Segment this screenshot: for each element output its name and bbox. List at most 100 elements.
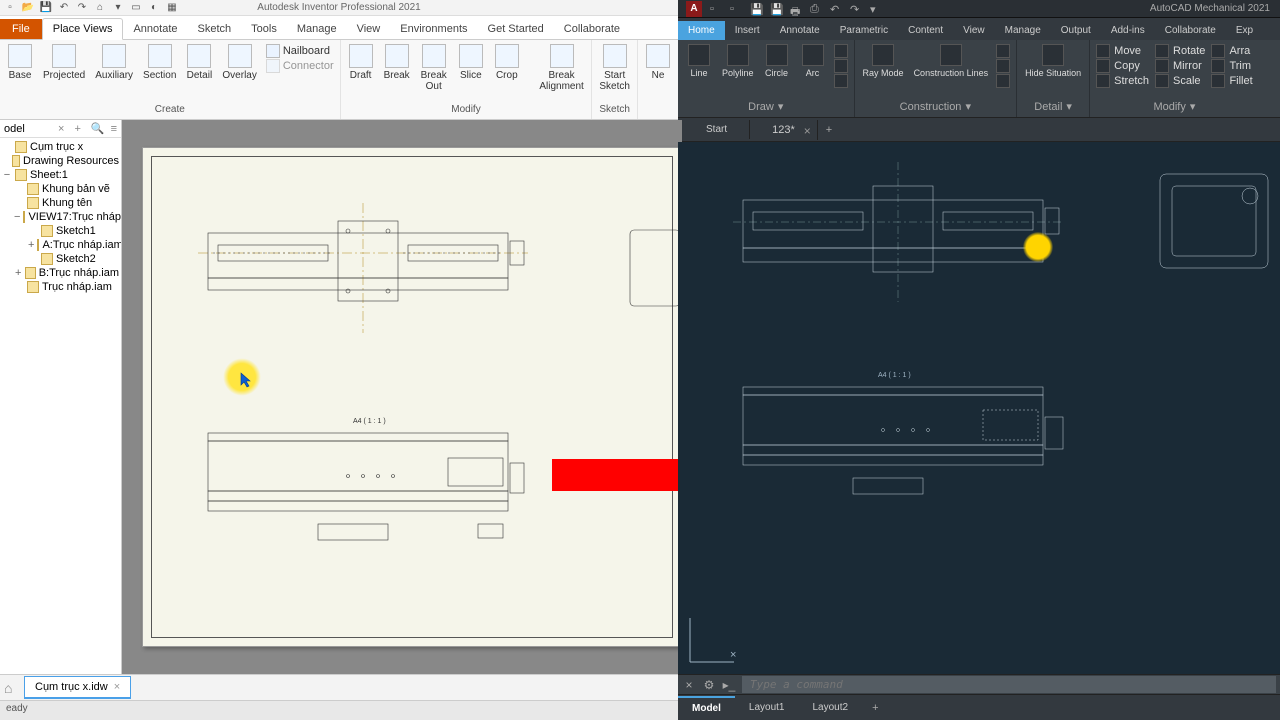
breakout-button[interactable]: Break Out [417,42,451,94]
tab-exp[interactable]: Exp [1226,21,1263,40]
new-icon[interactable]: ▫ [4,2,16,14]
arc-button[interactable]: Arc [798,42,828,80]
circle-button[interactable]: Circle [762,42,792,80]
draw-extra3[interactable] [834,74,848,88]
dropdown-icon[interactable]: ▾ [112,2,124,14]
browser-tree[interactable]: Cụm trục xDrawing Resources−Sheet:1Khung… [0,138,121,674]
tree-item[interactable]: Drawing Resources [0,154,121,168]
fillet-button[interactable]: Fillet [1211,74,1252,88]
cmd-close-icon[interactable]: × [682,678,696,692]
con-extra3[interactable] [996,74,1010,88]
appearance-icon[interactable]: ◐ [148,2,160,14]
select-icon[interactable]: ▭ [130,2,142,14]
tree-item[interactable]: −Sheet:1 [0,168,121,182]
browser-close-icon[interactable]: × [58,123,64,135]
command-input[interactable] [742,676,1276,693]
save-icon[interactable]: 💾 [750,3,762,15]
save-icon[interactable]: 💾 [40,2,52,14]
base-button[interactable]: Base [4,42,36,83]
start-sketch-button[interactable]: Start Sketch [596,42,633,94]
tab-sketch[interactable]: Sketch [188,19,242,39]
drawing-canvas-right[interactable]: A4 ( 1 : 1 ) × [678,142,1280,674]
open-icon[interactable]: 📂 [22,2,34,14]
autocad-logo-icon[interactable]: A [686,1,702,17]
tab-get-started[interactable]: Get Started [478,19,554,39]
group-label-detail[interactable]: Detail ▾ [1034,98,1072,115]
browser-search-icon[interactable]: 🔍 [91,122,105,135]
undo-icon[interactable]: ↶ [58,2,70,14]
con-extra2[interactable] [996,59,1010,73]
group-label-construction[interactable]: Construction ▾ [900,98,971,115]
hide-situation-button[interactable]: Hide Situation [1023,42,1083,80]
move-button[interactable]: Move [1096,44,1149,58]
redo-icon[interactable]: ↷ [850,3,862,15]
home-tab-icon[interactable]: ⌂ [4,680,20,696]
plot-icon[interactable]: 🖶 [790,3,802,15]
projected-button[interactable]: Projected [40,42,88,83]
tab-environments[interactable]: Environments [390,19,477,39]
document-tab[interactable]: Cụm trục x.idw × [24,676,131,699]
file-tab[interactable]: File [0,19,42,39]
tab-annotate[interactable]: Annotate [123,19,187,39]
tree-item[interactable]: Sketch2 [0,252,121,266]
scale-button[interactable]: Scale [1155,74,1205,88]
trim-button[interactable]: Trim [1211,59,1252,73]
overlay-button[interactable]: Overlay [219,42,259,83]
layout2-tab[interactable]: Layout2 [798,697,862,718]
material-icon[interactable]: ▦ [166,2,178,14]
line-button[interactable]: Line [684,42,714,80]
tab-view[interactable]: View [953,21,995,40]
document-tab-close-icon[interactable]: × [114,681,120,693]
group-label-modify[interactable]: Modify ▾ [1153,98,1195,115]
rotate-button[interactable]: Rotate [1155,44,1205,58]
tab-output[interactable]: Output [1051,21,1101,40]
home-icon[interactable]: ⌂ [94,2,106,14]
layout-add-icon[interactable]: + [862,697,888,719]
tab-manage[interactable]: Manage [995,21,1051,40]
con-extra1[interactable] [996,44,1010,58]
tree-item[interactable]: +A:Trục nháp.iam [0,238,121,252]
tab-addins[interactable]: Add-ins [1101,21,1155,40]
drawing-canvas-left[interactable]: A4 ( 1 : 1 ) [122,120,682,674]
tree-item[interactable]: Khung bản vẽ [0,182,121,196]
raymode-button[interactable]: Ray Mode [861,42,906,80]
break-button[interactable]: Break [381,42,413,83]
file-tab-close-icon[interactable]: × [804,124,811,138]
saveas-icon[interactable]: 💾 [770,3,782,15]
polyline-button[interactable]: Polyline [720,42,756,80]
copy-button[interactable]: Copy [1096,59,1149,73]
tree-item[interactable]: Sketch1 [0,224,121,238]
tree-item[interactable]: Khung tên [0,196,121,210]
open-icon[interactable]: ▫ [730,3,742,15]
tab-content[interactable]: Content [898,21,953,40]
tab-collaborate[interactable]: Collaborate [1155,21,1226,40]
tab-place-views[interactable]: Place Views [42,18,124,40]
tab-insert[interactable]: Insert [725,21,770,40]
tab-collaborate[interactable]: Collaborate [554,19,630,39]
tree-item[interactable]: Cụm trục x [0,140,121,154]
browser-filter-icon[interactable]: ≡ [111,123,117,135]
nailboard-button[interactable]: Nailboard [266,44,334,58]
mirror-button[interactable]: Mirror [1155,59,1205,73]
draft-button[interactable]: Draft [345,42,377,83]
browser-add-icon[interactable]: + [70,123,84,135]
layout1-tab[interactable]: Layout1 [735,697,799,718]
break-alignment-button[interactable]: Break Alignment [536,42,588,94]
section-button[interactable]: Section [140,42,179,83]
tree-item[interactable]: −VIEW17:Trục nháp. [0,210,121,224]
model-tab[interactable]: Model [678,696,735,719]
crop-button[interactable]: Crop [491,42,523,83]
file-tab-123[interactable]: 123*× [750,120,818,140]
draw-extra1[interactable] [834,44,848,58]
tab-view[interactable]: View [347,19,391,39]
dropdown-icon[interactable]: ▾ [870,3,882,15]
file-tab-add-icon[interactable]: + [818,120,840,140]
group-label-draw[interactable]: Draw ▾ [748,98,783,115]
new-icon[interactable]: ▫ [710,3,722,15]
cmd-options-icon[interactable]: ⚙ [702,678,716,692]
detail-button[interactable]: Detail [183,42,215,83]
redo-icon[interactable]: ↷ [76,2,88,14]
tree-item[interactable]: +B:Trục nháp.iam [0,266,121,280]
array-button[interactable]: Arra [1211,44,1252,58]
ne-button[interactable]: Ne [642,42,674,83]
